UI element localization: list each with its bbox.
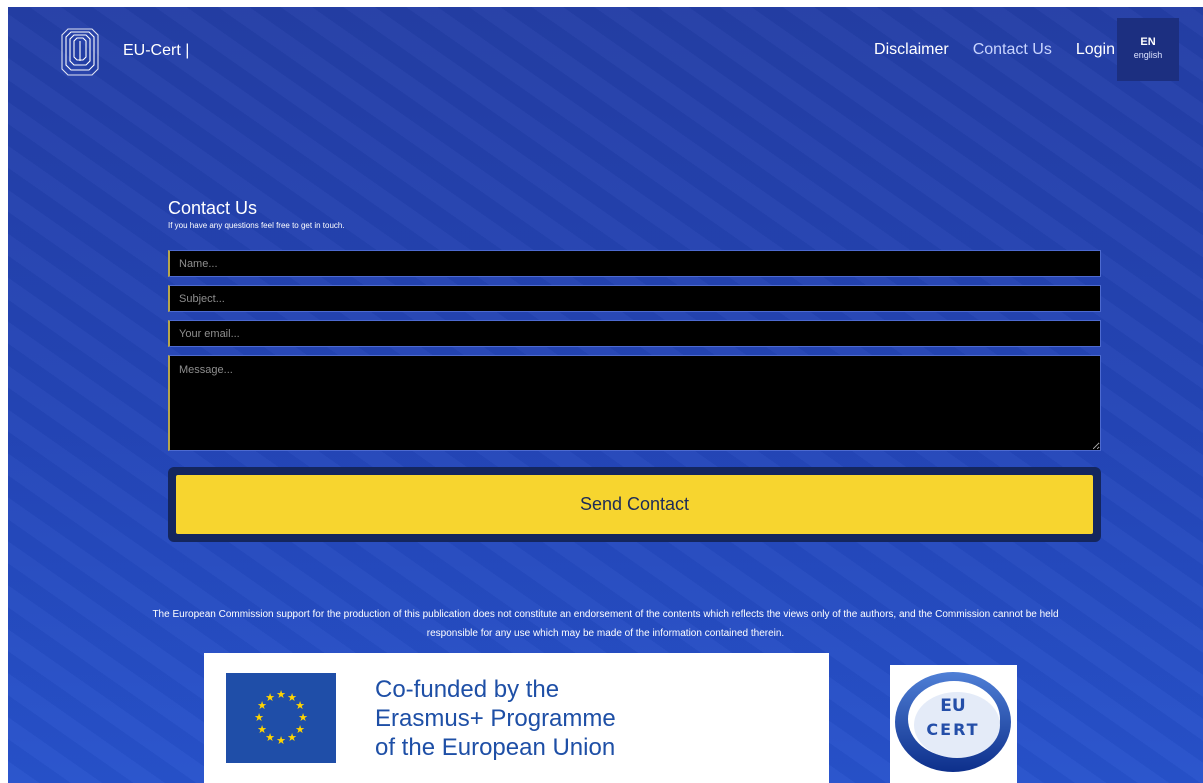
eu-flag-icon: ★ ★ ★ ★ ★ ★ ★ ★ ★ ★ ★ ★ bbox=[226, 673, 336, 763]
eu-cert-logo-box: EU CERT bbox=[890, 665, 1017, 783]
svg-text:★: ★ bbox=[276, 688, 286, 701]
cofunded-line-1: Co-funded by the bbox=[375, 676, 560, 703]
subject-input[interactable] bbox=[168, 285, 1101, 312]
main-nav: Disclaimer Contact Us Login bbox=[850, 41, 1115, 59]
erasmus-cofunded-banner: ★ ★ ★ ★ ★ ★ ★ ★ ★ ★ ★ ★ Co-funded by the… bbox=[204, 653, 829, 783]
contact-title: Contact Us bbox=[168, 198, 258, 218]
language-selector[interactable]: EN english bbox=[1117, 18, 1179, 81]
email-input[interactable] bbox=[168, 320, 1101, 347]
disclaimer-line-1: The European Commission support for the … bbox=[152, 609, 1059, 620]
contact-page: EU-Cert | Disclaimer Contact Us Login EN… bbox=[8, 7, 1203, 783]
eu-cert-logo-text-cert: CERT bbox=[926, 720, 979, 739]
name-input[interactable] bbox=[168, 250, 1101, 277]
eu-cert-globe-logo-icon: EU CERT bbox=[895, 672, 1011, 772]
message-textarea[interactable] bbox=[168, 355, 1101, 451]
brand-name[interactable]: EU-Cert | bbox=[123, 42, 189, 60]
send-contact-button[interactable]: Send Contact bbox=[176, 475, 1093, 534]
disclaimer-line-2: responsible for any use which may be mad… bbox=[426, 628, 785, 639]
cofunded-line-3: of the European Union bbox=[375, 734, 616, 761]
eu-cert-logo-icon[interactable] bbox=[60, 23, 102, 79]
svg-text:★: ★ bbox=[257, 723, 267, 736]
cofunded-text: Co-funded by the Erasmus+ Programme of t… bbox=[375, 675, 616, 762]
eu-disclaimer: The European Commission support for the … bbox=[8, 605, 1203, 643]
cofunded-line-2: Erasmus+ Programme bbox=[375, 705, 616, 732]
svg-text:★: ★ bbox=[276, 734, 286, 747]
nav-contact-us[interactable]: Contact Us bbox=[973, 41, 1052, 59]
svg-text:★: ★ bbox=[254, 711, 264, 724]
svg-text:★: ★ bbox=[265, 691, 275, 704]
contact-subtitle: If you have any questions feel free to g… bbox=[168, 221, 345, 230]
language-code: EN bbox=[1140, 36, 1156, 48]
svg-text:★: ★ bbox=[287, 731, 297, 744]
nav-disclaimer[interactable]: Disclaimer bbox=[874, 41, 949, 59]
send-button-container: Send Contact bbox=[168, 467, 1101, 542]
nav-login[interactable]: Login bbox=[1076, 41, 1115, 59]
eu-cert-logo-text-eu: EU bbox=[940, 696, 965, 716]
language-name: english bbox=[1133, 50, 1163, 60]
